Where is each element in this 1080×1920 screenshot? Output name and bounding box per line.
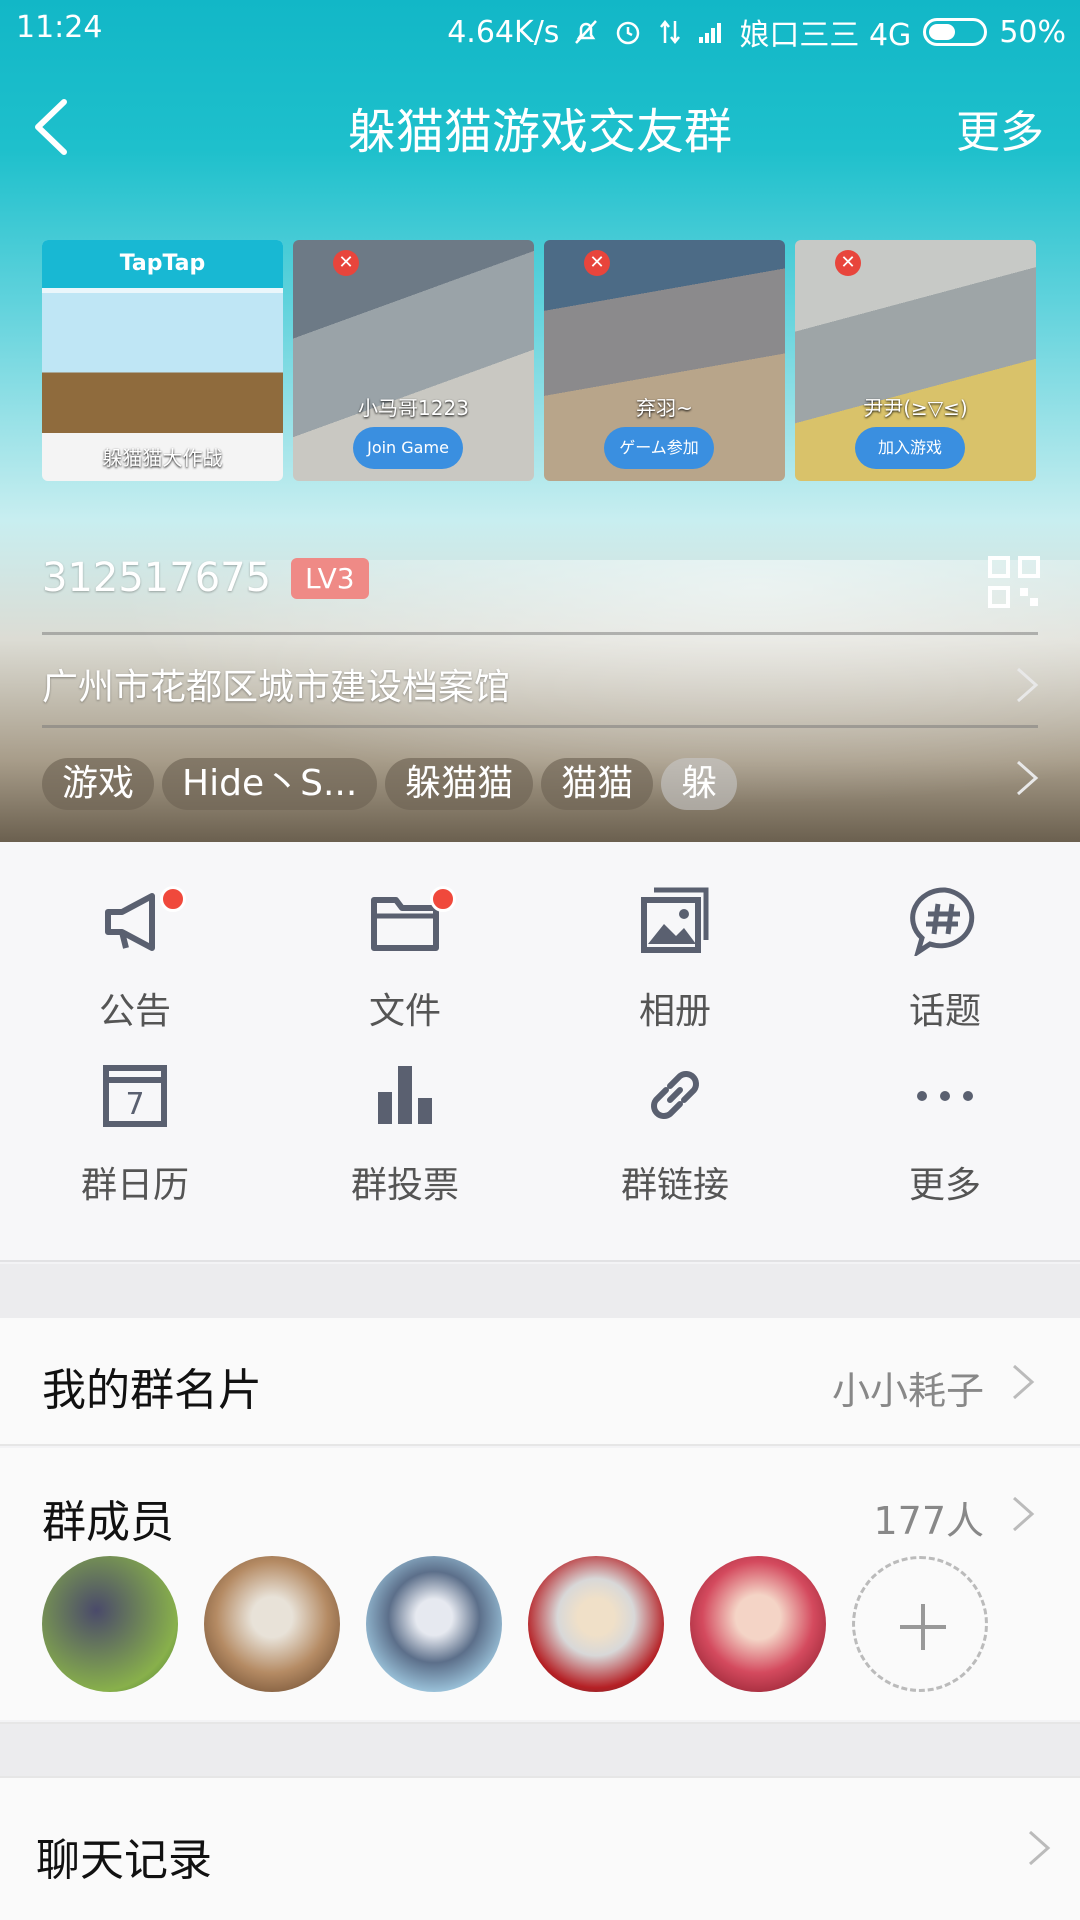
close-icon: ✕ <box>835 250 861 276</box>
level-badge: LV3 <box>291 557 369 599</box>
grid-item-announcement[interactable]: 公告 <box>0 852 270 1052</box>
close-icon: ✕ <box>333 250 359 276</box>
grid-item-files[interactable]: 文件 <box>270 852 540 1052</box>
grid-item-topics[interactable]: 话题 <box>810 852 1080 1052</box>
tag-chip: 躲猫猫 <box>385 758 534 810</box>
grid-item-link[interactable]: 群链接 <box>540 1026 810 1226</box>
row-title: 群成员 <box>42 1497 174 1548</box>
tag-chip: Hide丶S... <box>162 758 378 810</box>
grid-item-calendar[interactable]: 7 群日历 <box>0 1026 270 1226</box>
data-transfer-icon <box>660 19 681 45</box>
avatar[interactable] <box>366 1556 502 1692</box>
group-id: 312517675 <box>42 555 272 601</box>
chevron-right-icon <box>1029 1830 1051 1866</box>
chevron-right-icon <box>1013 1364 1035 1400</box>
bar-chart-icon <box>378 1066 432 1124</box>
function-grid: 公告 文件 相册 话题 7 群日历 群投票 群链接 更多 <box>0 842 1080 1262</box>
tag-chip: 猫猫 <box>541 758 654 810</box>
status-right: 4.64K/s 娘口三三 4G 50% <box>447 10 1066 54</box>
member-count: 177人 <box>873 1499 984 1543</box>
photo-thumbnail[interactable]: ✕ ゲーム参加 弃羽~ <box>544 240 785 481</box>
thumbnail-caption: 小马哥1223 <box>358 396 469 420</box>
thumbnail-join-label: ゲーム参加 <box>604 427 714 469</box>
page-title: 躲猫猫游戏交友群 <box>347 104 732 160</box>
group-location[interactable]: 广州市花都区城市建设档案馆 <box>42 658 510 710</box>
member-avatars <box>42 1556 988 1692</box>
avatar[interactable] <box>204 1556 340 1692</box>
thumbnail-caption: 躲猫猫大作战 <box>102 446 223 470</box>
section-gap <box>0 1264 1080 1318</box>
calendar-icon: 7 <box>103 1065 167 1127</box>
nav-bar: 躲猫猫游戏交友群 更多 <box>0 70 1080 180</box>
grid-item-label: 群日历 <box>80 1165 189 1206</box>
avatar[interactable] <box>528 1556 664 1692</box>
photo-thumbnail[interactable]: ✕ Join Game 小马哥1223 <box>293 240 534 481</box>
grid-item-label: 群链接 <box>620 1165 729 1206</box>
grid-item-vote[interactable]: 群投票 <box>270 1026 540 1226</box>
add-member-button[interactable] <box>852 1556 988 1692</box>
chat-history-row[interactable]: 聊天记录 <box>0 1776 1080 1920</box>
status-bar: 11:24 4.64K/s 娘口三三 4G 50% <box>0 0 1080 58</box>
photo-strip: TapTap 躲猫猫大作战 ✕ Join Game 小马哥1223 ✕ ゲーム参… <box>42 240 1036 481</box>
grid-item-label: 群投票 <box>350 1165 459 1206</box>
grid-item-album[interactable]: 相册 <box>540 852 810 1052</box>
group-header-background: 11:24 4.64K/s 娘口三三 4G 50% 躲猫猫游戏交友群 更多 Ta… <box>0 0 1080 842</box>
chevron-right-icon <box>1017 760 1039 796</box>
album-icon <box>641 887 709 953</box>
chevron-right-icon <box>1013 1496 1035 1532</box>
plus-icon <box>900 1604 946 1650</box>
tag-chip: 游戏 <box>42 758 155 810</box>
svg-text:7: 7 <box>125 1087 144 1122</box>
ellipsis-icon <box>917 1091 973 1101</box>
group-id-row: 312517675 LV3 <box>42 555 369 601</box>
my-card-nickname: 小小耗子 <box>831 1369 984 1413</box>
grid-item-more[interactable]: 更多 <box>810 1026 1080 1226</box>
hashtag-bubble-icon <box>910 887 975 956</box>
section-gap <box>0 1722 1080 1776</box>
row-title: 我的群名片 <box>42 1365 262 1416</box>
notification-dot <box>430 886 456 912</box>
thumbnail-caption: 弃羽~ <box>636 396 693 420</box>
group-members-row[interactable]: 群成员 177人 <box>0 1448 1080 1720</box>
divider <box>42 632 1038 635</box>
mute-bell-icon <box>575 20 598 44</box>
thumbnail-header: TapTap <box>42 240 283 288</box>
tag-chip: 躲 <box>661 758 738 810</box>
carrier-label: 娘口三三 4G <box>739 18 912 53</box>
status-time: 11:24 <box>16 10 103 45</box>
my-group-card-row[interactable]: 我的群名片 小小耗子 <box>0 1318 1080 1446</box>
notification-dot <box>160 886 186 912</box>
avatar[interactable] <box>42 1556 178 1692</box>
row-title: 聊天记录 <box>36 1835 212 1886</box>
divider <box>42 725 1038 728</box>
chevron-right-icon <box>1017 667 1039 703</box>
alarm-icon <box>617 21 640 45</box>
more-button[interactable]: 更多 <box>956 96 1044 160</box>
battery-icon <box>923 18 988 46</box>
battery-percent: 50% <box>999 14 1066 50</box>
photo-thumbnail[interactable]: ✕ 加入游戏 尹尹(≥▽≤) <box>795 240 1036 481</box>
avatar[interactable] <box>690 1556 826 1692</box>
close-icon: ✕ <box>584 250 610 276</box>
signal-icon <box>699 23 722 43</box>
link-icon <box>651 1071 699 1119</box>
photo-thumbnail[interactable]: TapTap 躲猫猫大作战 <box>42 240 283 481</box>
group-tags[interactable]: 游戏 Hide丶S... 躲猫猫 猫猫 躲 <box>42 758 738 810</box>
thumbnail-caption: 尹尹(≥▽≤) <box>863 396 968 420</box>
grid-item-label: 更多 <box>908 1165 981 1206</box>
thumbnail-join-label: 加入游戏 <box>855 427 965 469</box>
thumbnail-join-label: Join Game <box>353 427 463 469</box>
qr-code-icon[interactable] <box>988 556 1040 608</box>
network-speed: 4.64K/s <box>447 14 560 50</box>
